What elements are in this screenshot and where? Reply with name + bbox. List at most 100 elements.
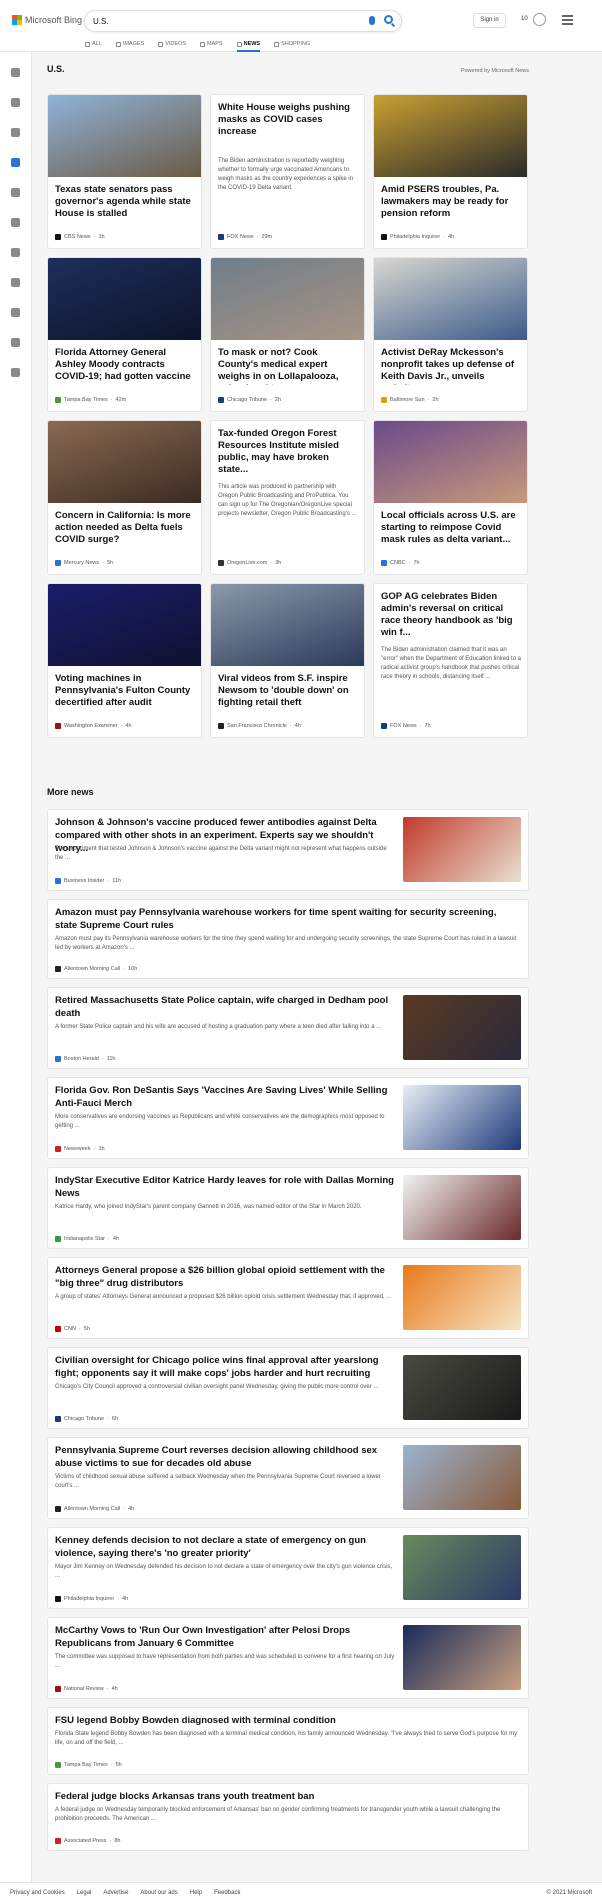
world-icon[interactable] <box>11 218 20 227</box>
news-card-title[interactable]: Local officials across U.S. are starting… <box>381 510 521 548</box>
more-news-title[interactable]: IndyStar Executive Editor Katrice Hardy … <box>55 1174 395 1200</box>
news-source[interactable]: CNN <box>64 1326 76 1332</box>
more-news-item[interactable]: Civilian oversight for Chicago police wi… <box>47 1347 529 1429</box>
news-card[interactable]: Viral videos from S.F. inspire Newsom to… <box>210 583 365 738</box>
flag-icon[interactable] <box>11 158 20 167</box>
more-news-item[interactable]: Amazon must pay Pennsylvania warehouse w… <box>47 899 529 979</box>
more-news-item[interactable]: Retired Massachusetts State Police capta… <box>47 987 529 1069</box>
news-source[interactable]: Philadelphia Inquirer <box>390 234 440 240</box>
news-source[interactable]: FOX News <box>390 723 417 729</box>
news-source[interactable]: Chicago Tribune <box>227 397 267 403</box>
more-news-title[interactable]: Amazon must pay Pennsylvania warehouse w… <box>55 906 521 932</box>
news-source[interactable]: Newsweek <box>64 1146 91 1152</box>
more-news-thumbnail[interactable] <box>403 1085 521 1150</box>
news-card-title[interactable]: Activist DeRay Mckesson's nonprofit take… <box>381 347 521 385</box>
bing-logo[interactable]: Microsoft Bing <box>12 15 82 25</box>
news-card[interactable]: Voting machines in Pennsylvania's Fulton… <box>47 583 202 738</box>
home-icon[interactable] <box>11 98 20 107</box>
news-card[interactable]: Florida Attorney General Ashley Moody co… <box>47 257 202 412</box>
more-news-title[interactable]: Retired Massachusetts State Police capta… <box>55 994 395 1020</box>
tab-images[interactable]: IMAGES <box>115 39 144 49</box>
more-news-thumbnail[interactable] <box>403 1625 521 1690</box>
card-icon[interactable] <box>11 368 20 377</box>
more-news-item[interactable]: Florida Gov. Ron DeSantis Says 'Vaccines… <box>47 1077 529 1159</box>
more-news-item[interactable]: Pennsylvania Supreme Court reverses deci… <box>47 1437 529 1519</box>
news-card-title[interactable]: Texas state senators pass governor's age… <box>55 184 195 222</box>
tab-news[interactable]: NEWS <box>236 39 260 52</box>
tab-videos[interactable]: VIDEOS <box>158 39 186 49</box>
more-news-title[interactable]: Attorneys General propose a $26 billion … <box>55 1264 395 1290</box>
footer-link[interactable]: Privacy and Cookies <box>10 1890 65 1896</box>
more-news-thumbnail[interactable] <box>403 817 521 882</box>
news-card-title[interactable]: White House weighs pushing masks as COVI… <box>218 102 358 152</box>
news-card-title[interactable]: To mask or not? Cook County's medical ex… <box>218 347 358 385</box>
tab-maps[interactable]: MAPS <box>200 39 223 49</box>
news-card-image[interactable] <box>211 584 364 666</box>
more-news-thumbnail[interactable] <box>403 1445 521 1510</box>
news-source[interactable]: OregonLive.com <box>227 560 267 566</box>
tab-shopping[interactable]: SHOPPING <box>274 39 310 49</box>
news-source[interactable]: Washington Examiner <box>64 723 118 729</box>
news-card[interactable]: To mask or not? Cook County's medical ex… <box>210 257 365 412</box>
news-source[interactable]: Indianapolis Star <box>64 1236 105 1242</box>
news-source[interactable]: Chicago Tribune <box>64 1416 104 1422</box>
expand-icon[interactable] <box>11 68 20 77</box>
entertainment-icon[interactable] <box>11 308 20 317</box>
news-card-title[interactable]: Florida Attorney General Ashley Moody co… <box>55 347 195 385</box>
news-card-title[interactable]: Viral videos from S.F. inspire Newsom to… <box>218 673 358 711</box>
rewards-points[interactable]: 10 <box>521 16 528 22</box>
more-news-thumbnail[interactable] <box>403 1175 521 1240</box>
news-card-title[interactable]: Amid PSERS troubles, Pa. lawmakers may b… <box>381 184 521 222</box>
search-input[interactable] <box>93 14 363 28</box>
news-card-image[interactable] <box>211 258 364 340</box>
more-news-item[interactable]: Federal judge blocks Arkansas trans yout… <box>47 1783 529 1851</box>
news-source[interactable]: CBS News <box>64 234 91 240</box>
news-source[interactable]: Mercury News <box>64 560 99 566</box>
footer-link[interactable]: Feedback <box>214 1890 240 1896</box>
news-source[interactable]: Associated Press <box>64 1838 107 1844</box>
news-source[interactable]: Tampa Bay Times <box>64 1762 108 1768</box>
news-source[interactable]: Tampa Bay Times <box>64 397 108 403</box>
more-news-item[interactable]: FSU legend Bobby Bowden diagnosed with t… <box>47 1707 529 1775</box>
news-source[interactable]: Business Insider <box>64 878 104 884</box>
news-card[interactable]: GOP AG celebrates Biden admin's reversal… <box>373 583 528 738</box>
footer-link[interactable]: Help <box>190 1890 202 1896</box>
news-card-image[interactable] <box>374 95 527 177</box>
more-news-title[interactable]: Federal judge blocks Arkansas trans yout… <box>55 1790 521 1803</box>
news-card-title[interactable]: GOP AG celebrates Biden admin's reversal… <box>381 591 521 641</box>
news-source[interactable]: National Review <box>64 1686 104 1692</box>
news-card-image[interactable] <box>374 421 527 503</box>
footer-link[interactable]: Legal <box>77 1890 92 1896</box>
more-news-thumbnail[interactable] <box>403 1355 521 1420</box>
tab-all[interactable]: ALL <box>85 39 102 49</box>
more-news-title[interactable]: McCarthy Vows to 'Run Our Own Investigat… <box>55 1624 395 1650</box>
news-source[interactable]: Allentown Morning Call <box>64 966 120 972</box>
news-card[interactable]: Local officials across U.S. are starting… <box>373 420 528 575</box>
news-source[interactable]: Philadelphia Inquirer <box>64 1596 114 1602</box>
footer-link[interactable]: Advertise <box>103 1890 128 1896</box>
news-card-image[interactable] <box>48 584 201 666</box>
more-news-thumbnail[interactable] <box>403 1265 521 1330</box>
news-card[interactable]: White House weighs pushing masks as COVI… <box>210 94 365 249</box>
news-source[interactable]: Boston Herald <box>64 1056 99 1062</box>
more-news-title[interactable]: Civilian oversight for Chicago police wi… <box>55 1354 395 1380</box>
news-card[interactable]: Texas state senators pass governor's age… <box>47 94 202 249</box>
more-news-item[interactable]: Attorneys General propose a $26 billion … <box>47 1257 529 1339</box>
more-news-title[interactable]: FSU legend Bobby Bowden diagnosed with t… <box>55 1714 521 1727</box>
science-icon[interactable] <box>11 248 20 257</box>
rewards-icon[interactable] <box>533 13 546 26</box>
news-card-image[interactable] <box>48 421 201 503</box>
microphone-icon[interactable] <box>369 16 375 25</box>
hamburger-menu-icon[interactable] <box>562 15 573 25</box>
more-news-thumbnail[interactable] <box>403 1535 521 1600</box>
news-source[interactable]: CNBC <box>390 560 406 566</box>
news-source[interactable]: Allentown Morning Call <box>64 1506 120 1512</box>
news-card[interactable]: Activist DeRay Mckesson's nonprofit take… <box>373 257 528 412</box>
news-card-image[interactable] <box>374 258 527 340</box>
news-card-image[interactable] <box>48 258 201 340</box>
money-icon[interactable] <box>11 338 20 347</box>
search-icon[interactable] <box>384 15 393 24</box>
more-news-title[interactable]: Kenney defends decision to not declare a… <box>55 1534 395 1560</box>
rocket-icon[interactable] <box>11 278 20 287</box>
news-card[interactable]: Concern in California: Is more action ne… <box>47 420 202 575</box>
